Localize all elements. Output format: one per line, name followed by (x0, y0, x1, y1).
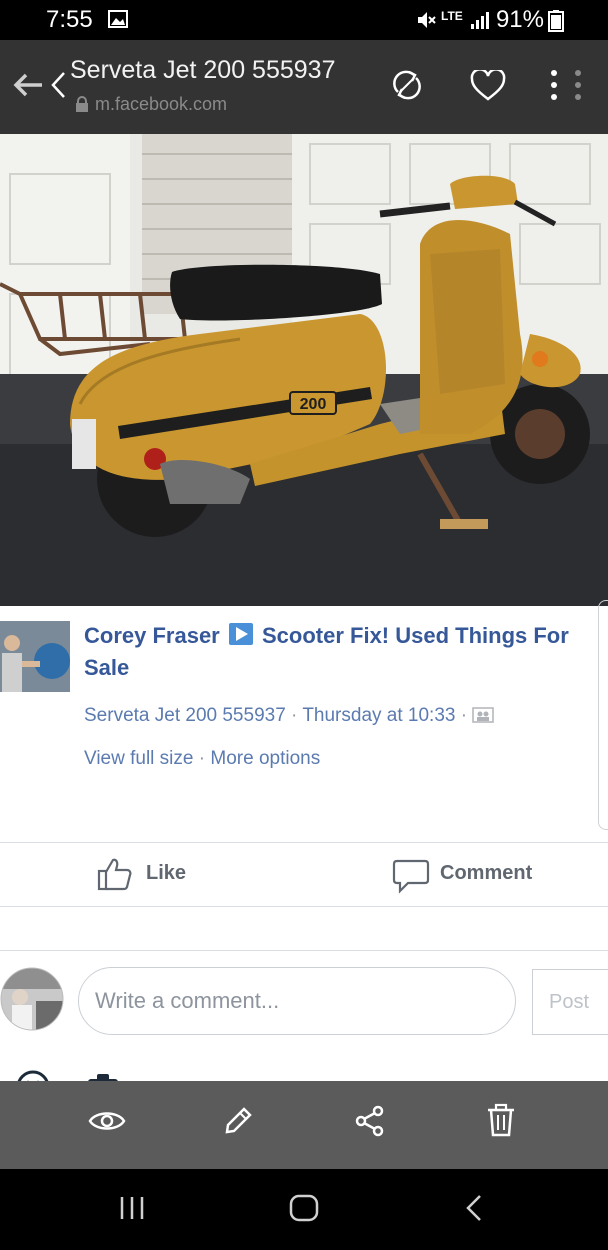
back-arrow-icon[interactable] (12, 72, 44, 98)
page-title: Serveta Jet 200 555937 (70, 56, 336, 84)
comment-bubble-icon (392, 859, 430, 894)
eye-icon[interactable] (88, 1107, 126, 1135)
comment-label: Comment (440, 862, 533, 884)
photo-options: View full size · More options (84, 748, 321, 769)
gallery-icon (108, 10, 128, 28)
nav-back-icon[interactable] (462, 1193, 486, 1223)
more-options-link[interactable]: More options (210, 748, 320, 769)
model-badge: 200 (300, 396, 327, 413)
image-viewer-toolbar (0, 1081, 608, 1169)
thumbs-up-icon (97, 858, 132, 891)
edit-pencil-icon[interactable] (222, 1105, 254, 1137)
trash-icon[interactable] (486, 1103, 516, 1137)
recent-apps-icon[interactable] (118, 1195, 148, 1221)
group-audience-icon (472, 707, 495, 723)
android-nav-bar (0, 1169, 608, 1250)
status-bar: 7:55 LTE 91% (0, 0, 608, 40)
home-icon[interactable] (288, 1193, 320, 1223)
scooter-image: 200 (0, 134, 608, 606)
scooter-photo[interactable]: 200 (0, 134, 608, 606)
share-icon[interactable] (354, 1105, 386, 1137)
like-button[interactable]: Like (96, 856, 236, 892)
post-caption: Serveta Jet 200 555937 (84, 705, 286, 726)
play-arrow-icon (228, 623, 253, 645)
post-comment-button[interactable]: Post (532, 969, 608, 1035)
author-avatar[interactable] (0, 621, 70, 692)
network-label: LTE (441, 9, 463, 23)
battery-icon (548, 10, 564, 32)
rotate-sync-icon[interactable] (390, 68, 424, 102)
post-time[interactable]: Thursday at 10:33 (302, 705, 455, 726)
heart-icon[interactable] (470, 70, 506, 102)
battery-percent: 91% (495, 6, 544, 33)
like-label: Like (146, 862, 187, 884)
post-meta: Serveta Jet 200 555937 · Thursday at 10:… (84, 705, 495, 727)
more-vertical-icon[interactable] (544, 68, 584, 102)
comment-input[interactable]: Write a comment... (78, 967, 516, 1035)
chevron-left-icon[interactable] (48, 70, 68, 100)
post-author-line: Corey Fraser Scooter Fix! Used Things Fo… (84, 620, 594, 684)
browser-top-bar: Serveta Jet 200 555937 m.facebook.com (0, 40, 608, 134)
lock-icon (76, 96, 88, 112)
divider (0, 950, 608, 951)
scroll-edge (598, 600, 608, 830)
user-avatar[interactable] (0, 967, 64, 1031)
view-full-size-link[interactable]: View full size (84, 748, 193, 769)
signal-icon (471, 12, 489, 29)
status-time: 7:55 (46, 6, 93, 33)
author-name[interactable]: Corey Fraser (84, 623, 220, 648)
page-url: m.facebook.com (95, 94, 228, 114)
divider (0, 842, 608, 843)
comment-button[interactable]: Comment (392, 856, 552, 896)
mute-icon (418, 12, 436, 28)
divider (0, 906, 608, 907)
